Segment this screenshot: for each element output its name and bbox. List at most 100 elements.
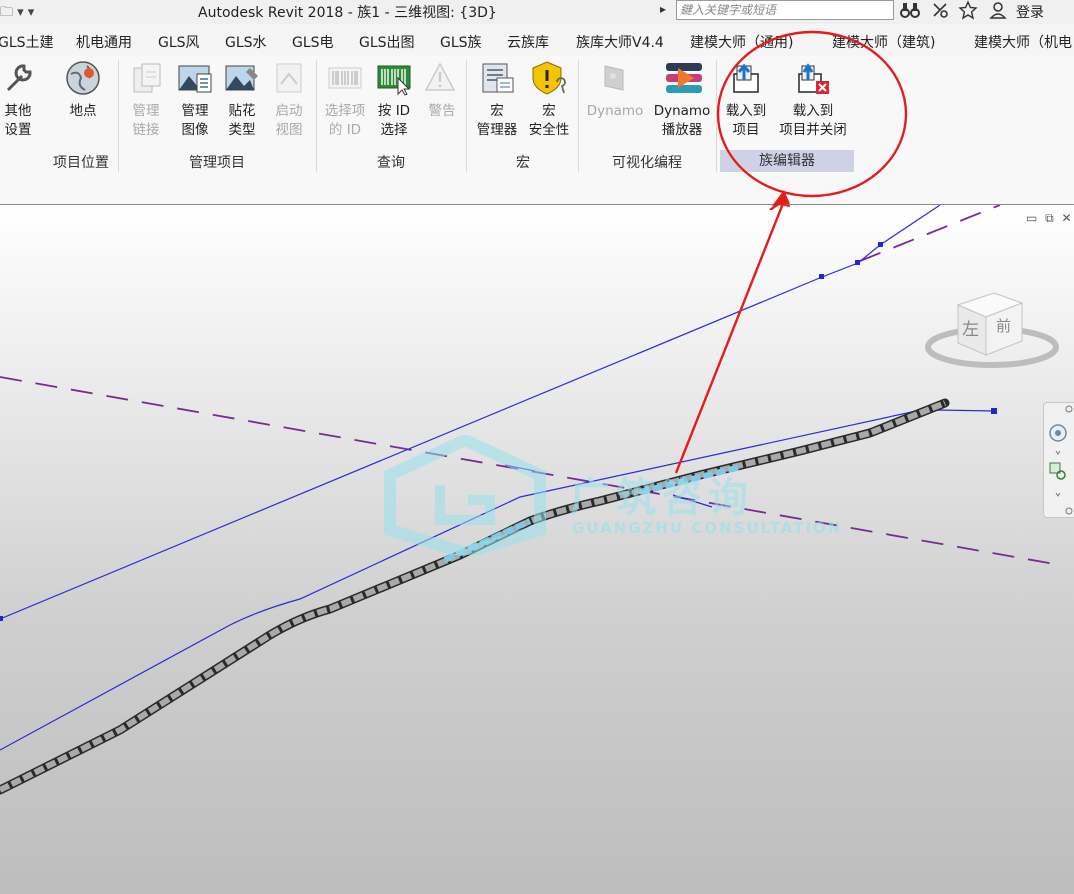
select-by-id-label: 按 ID 选择: [377, 103, 411, 138]
tab-mep-general[interactable]: 机电通用: [76, 32, 132, 52]
tab-gls-civil[interactable]: GLS土建: [0, 32, 54, 52]
tab-family-master[interactable]: 族库大师V4.4: [576, 32, 664, 52]
decal-types-icon: [224, 60, 260, 96]
select-by-id-icon: [376, 60, 412, 96]
login-link[interactable]: 登录: [1016, 2, 1044, 22]
view-cube[interactable]: 左 前: [924, 285, 1060, 381]
load-into-project-icon: [728, 60, 764, 96]
navbar-close-icon[interactable]: [1065, 405, 1073, 413]
load-and-close-label: 载入到 项目并关闭: [779, 103, 847, 138]
select-by-id-button[interactable]: 按 ID 选择: [374, 60, 414, 140]
decal-types-label: 贴花 类型: [228, 103, 256, 138]
control-point[interactable]: [878, 242, 883, 247]
panel-divider: [578, 60, 579, 172]
3d-viewport[interactable]: ▭ ⧉ ✕ 广筑咨询 GUANGZHU CONSULTATION 左 前: [0, 205, 1074, 894]
panel-divider: [118, 60, 119, 172]
starting-view-button[interactable]: 启动 视图: [269, 60, 309, 140]
additional-settings-label: 其他 设置: [4, 103, 32, 138]
starting-view-label: 启动 视图: [275, 103, 303, 138]
dynamo-player-button[interactable]: Dynamo 播放器: [650, 60, 714, 140]
panel-macros: 宏: [516, 155, 530, 171]
title-bar: 🗀 ▾ ▾ Autodesk Revit 2018 - 族1 - 三维视图: {…: [0, 0, 1074, 24]
tab-gls-water[interactable]: GLS水: [225, 32, 267, 52]
globe-icon: [65, 60, 101, 96]
macro-manager-icon: [479, 60, 515, 96]
search-expand-arrow[interactable]: ▸: [660, 2, 666, 16]
control-point[interactable]: [855, 260, 860, 265]
load-into-project-label: 载入到 项目: [725, 103, 767, 138]
panel-divider: [716, 60, 717, 172]
ribbon-panel: 其他 设置 地点 项目位置 管理 链接 管理 图像 贴花 类型 启动 视图 管理…: [0, 56, 1074, 205]
location-button[interactable]: 地点: [60, 60, 106, 121]
tab-gls-drawing[interactable]: GLS出图: [359, 32, 415, 52]
ids-of-selection-button[interactable]: 选择项 的 ID: [320, 60, 370, 140]
control-point[interactable]: [991, 408, 997, 414]
warnings-label: 警告: [428, 103, 456, 119]
manage-links-label: 管理 链接: [132, 103, 160, 138]
manage-links-button[interactable]: 管理 链接: [126, 60, 166, 140]
dynamo-player-label: Dynamo 播放器: [653, 103, 711, 138]
panel-divider: [316, 60, 317, 172]
tab-gls-electric[interactable]: GLS电: [292, 32, 334, 52]
dynamo-label: Dynamo: [586, 103, 644, 119]
manage-images-button[interactable]: 管理 图像: [175, 60, 215, 140]
viewcube-left-face[interactable]: 左: [962, 320, 979, 340]
steering-dropdown-icon[interactable]: [1055, 450, 1061, 455]
navbar-options-icon[interactable]: [1065, 507, 1073, 515]
location-label: 地点: [69, 103, 97, 119]
annotation-arrow-head: [778, 205, 790, 207]
star-icon[interactable]: [958, 0, 978, 25]
macro-security-button[interactable]: 宏 安全性: [526, 60, 572, 140]
binoculars-icon[interactable]: [900, 0, 920, 25]
tab-gls-family[interactable]: GLS族: [440, 32, 482, 52]
user-icon[interactable]: [988, 0, 1008, 25]
control-point[interactable]: [0, 616, 3, 621]
viewcube-front-face[interactable]: 前: [996, 317, 1011, 335]
tab-modeling-general[interactable]: 建模大师（通用): [690, 32, 793, 52]
ribbon-tabs: GLS土建 机电通用 GLS风 GLS水 GLS电 GLS出图 GLS族 云族库…: [0, 24, 1074, 57]
blue-model-line: [0, 205, 941, 620]
annotation-arrow: [674, 205, 784, 474]
view-window-controls[interactable]: ▭ ⧉ ✕: [1026, 211, 1074, 226]
additional-settings-button[interactable]: 其他 设置: [0, 60, 38, 140]
zoom-region-icon[interactable]: [1049, 462, 1066, 480]
search-input[interactable]: 鍵入关键字或短语: [676, 0, 894, 20]
panel-manage-project: 管理项目: [189, 155, 245, 171]
watermark-company-name: 广筑咨询: [570, 475, 754, 521]
macro-manager-label: 宏 管理器: [476, 103, 518, 138]
watermark: 广筑咨询 GUANGZHU CONSULTATION: [380, 435, 840, 555]
watermark-company-subtitle: GUANGZHU CONSULTATION: [572, 519, 843, 537]
load-and-close-button[interactable]: 载入到 项目并关闭: [774, 60, 852, 140]
panel-divider: [466, 60, 467, 172]
panel-project-location: 项目位置: [53, 155, 109, 171]
barcode-icon: [327, 60, 363, 96]
dynamo-icon: [597, 60, 633, 96]
connect-icon[interactable]: [930, 0, 950, 25]
decal-types-button[interactable]: 贴花 类型: [222, 60, 262, 140]
manage-images-icon: [177, 60, 213, 96]
window-title: Autodesk Revit 2018 - 族1 - 三维视图: {3D}: [198, 5, 497, 21]
manage-links-icon: [128, 60, 164, 96]
macro-manager-button[interactable]: 宏 管理器: [474, 60, 520, 140]
tab-modeling-mep[interactable]: 建模大师（机电: [974, 32, 1072, 52]
tab-modeling-architecture[interactable]: 建模大师（建筑): [832, 32, 935, 52]
panel-visual-programming: 可视化编程: [612, 155, 682, 171]
warning-icon: [424, 60, 460, 96]
panel-inquiry: 查询: [377, 155, 405, 171]
load-into-project-button[interactable]: 载入到 项目: [720, 60, 772, 140]
starting-view-icon: [271, 60, 307, 96]
macro-security-icon: [531, 60, 567, 96]
dynamo-button[interactable]: Dynamo: [582, 60, 648, 121]
tab-cloud-library[interactable]: 云族库: [507, 32, 549, 52]
tab-gls-hvac[interactable]: GLS风: [158, 32, 200, 52]
macro-security-label: 宏 安全性: [528, 103, 570, 138]
manage-images-label: 管理 图像: [181, 103, 209, 138]
dashed-reference-line: [859, 205, 1001, 262]
control-point[interactable]: [819, 274, 824, 279]
quick-access-toolbar[interactable]: 🗀 ▾ ▾: [0, 3, 34, 25]
steering-wheel-icon[interactable]: [1049, 424, 1067, 442]
warnings-button[interactable]: 警告: [422, 60, 462, 121]
ids-of-selection-label: 选择项 的 ID: [324, 103, 366, 138]
watermark-logo: [384, 435, 546, 555]
zoom-dropdown-icon[interactable]: [1055, 492, 1061, 497]
